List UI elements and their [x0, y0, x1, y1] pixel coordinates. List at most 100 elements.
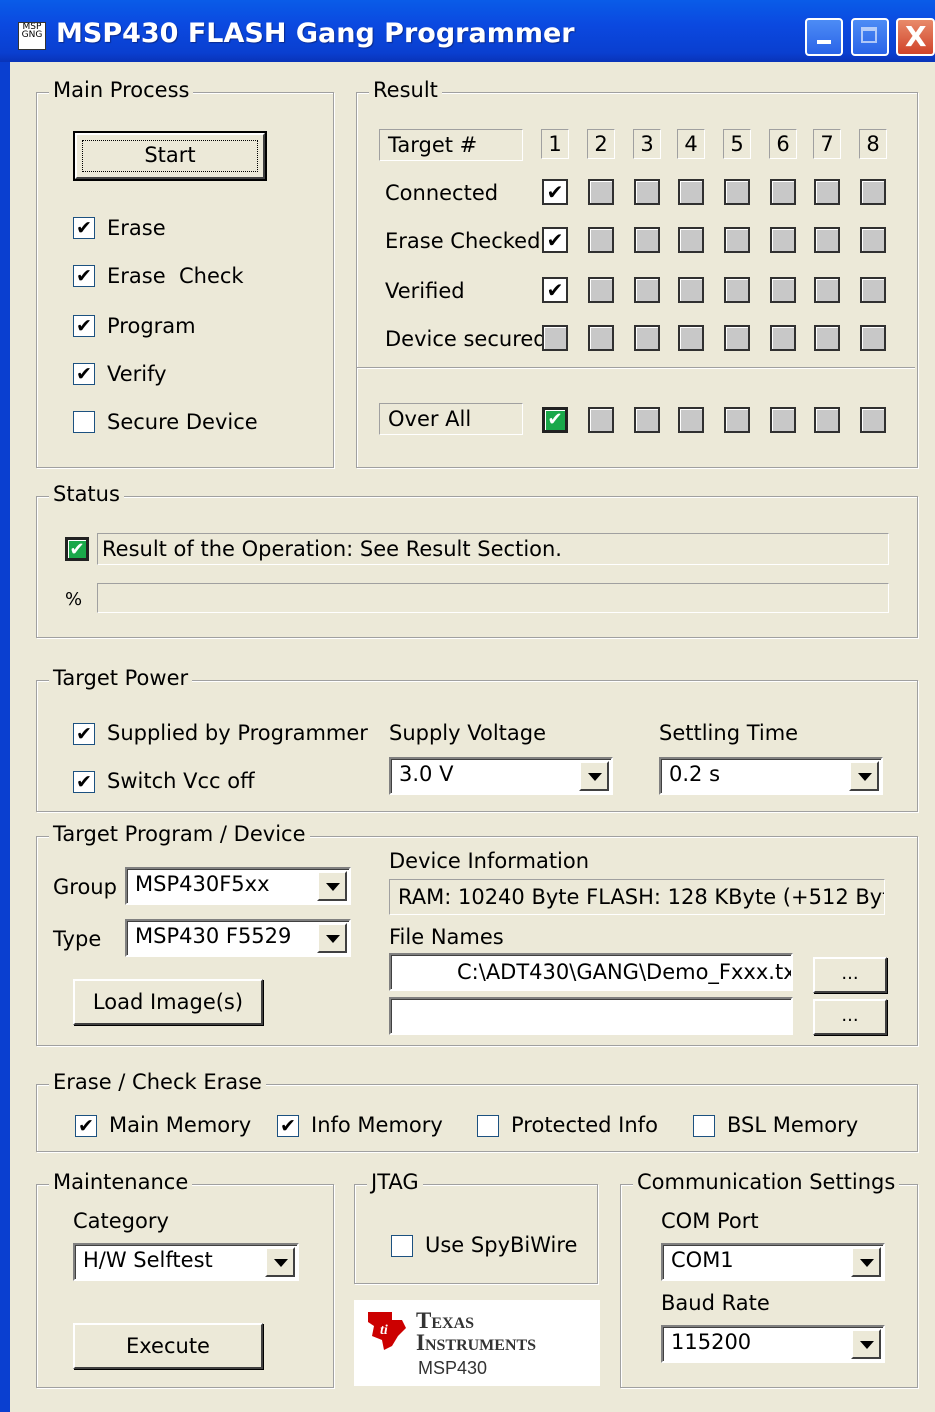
protected-info-checkbox[interactable]: [477, 1115, 499, 1137]
jtag-legend: JTAG: [367, 1170, 423, 1194]
overall-indicator: [678, 407, 704, 433]
category-value: H/W Selftest: [83, 1248, 213, 1272]
overall-indicator: [724, 407, 750, 433]
supply-voltage-value: 3.0 V: [399, 762, 454, 786]
result-indicator: [770, 277, 796, 303]
maximize-icon: [861, 27, 877, 43]
minimize-button[interactable]: [805, 18, 843, 56]
result-indicator: [678, 277, 704, 303]
protected-info-label: Protected Info: [511, 1113, 658, 1137]
close-button[interactable]: X: [896, 18, 935, 56]
communication-settings-group: Communication Settings COM Port COM1 Bau…: [620, 1170, 918, 1388]
minimize-icon: [817, 40, 831, 44]
status-ok-indicator: ✔: [65, 537, 89, 561]
switch-vcc-off-label: Switch Vcc off: [107, 769, 255, 793]
result-indicator: [724, 325, 750, 351]
result-indicator: [588, 277, 614, 303]
erase-checkbox[interactable]: ✔: [73, 217, 95, 239]
category-label: Category: [73, 1209, 169, 1233]
category-select[interactable]: H/W Selftest: [73, 1243, 299, 1281]
secure-device-label: Secure Device: [107, 410, 258, 434]
supply-voltage-label: Supply Voltage: [389, 721, 547, 745]
maximize-button[interactable]: [851, 18, 889, 56]
status-legend: Status: [49, 482, 124, 506]
file-name-2-input[interactable]: [389, 997, 793, 1035]
erase-label: Erase: [107, 216, 166, 240]
main-process-group: Main Process Start ✔ Erase ✔ Erase Check…: [36, 78, 334, 468]
dropdown-button[interactable]: [851, 1247, 881, 1277]
app-icon: MSP GNG: [18, 22, 46, 50]
com-port-select[interactable]: COM1: [661, 1243, 885, 1281]
group-select[interactable]: MSP430F5xx: [125, 867, 351, 905]
target-number-3: 3: [633, 129, 661, 159]
execute-button[interactable]: Execute: [73, 1323, 263, 1369]
result-group: Result Target # 12345678 Connected ✔ Erase…: [356, 78, 918, 468]
target-program-legend: Target Program / Device: [49, 822, 310, 846]
type-select[interactable]: MSP430 F5529: [125, 919, 351, 957]
result-indicator: [724, 277, 750, 303]
result-indicator: [634, 179, 660, 205]
info-memory-checkbox[interactable]: ✔: [277, 1115, 299, 1137]
dropdown-button[interactable]: [849, 761, 879, 791]
dropdown-button[interactable]: [317, 923, 347, 953]
erase-check-checkbox[interactable]: ✔: [73, 265, 95, 287]
main-memory-checkbox[interactable]: ✔: [75, 1115, 97, 1137]
status-group: Status ✔ Result of the Operation: See Re…: [36, 482, 918, 638]
result-indicator: [588, 179, 614, 205]
supplied-by-programmer-checkbox[interactable]: ✔: [73, 723, 95, 745]
switch-vcc-off-checkbox[interactable]: ✔: [73, 771, 95, 793]
device-information-value: RAM: 10240 Byte FLASH: 128 KByte (+512 B…: [389, 879, 885, 915]
result-indicator: [814, 227, 840, 253]
main-memory-label: Main Memory: [109, 1113, 252, 1137]
dropdown-button[interactable]: [317, 871, 347, 901]
program-checkbox[interactable]: ✔: [73, 315, 95, 337]
target-number-7: 7: [813, 129, 841, 159]
result-indicator: [770, 179, 796, 205]
target-number-1: 1: [541, 129, 569, 159]
load-images-button[interactable]: Load Image(s): [73, 979, 263, 1025]
status-message: Result of the Operation: See Result Sect…: [97, 533, 889, 565]
dropdown-button[interactable]: [579, 761, 609, 791]
target-number-5: 5: [723, 129, 751, 159]
result-row-label: Device secured: [385, 327, 547, 351]
dropdown-button[interactable]: [851, 1329, 881, 1359]
title-bar[interactable]: MSP GNG MSP430 FLASH Gang Programmer X: [0, 0, 935, 62]
result-indicator: [678, 227, 704, 253]
result-indicator: [678, 325, 704, 351]
file-name-1-input[interactable]: C:\ADT430\GANG\Demo_Fxxx.txt: [389, 953, 793, 991]
supplied-by-programmer-label: Supplied by Programmer: [107, 721, 368, 745]
result-indicator: [814, 325, 840, 351]
result-indicator: [634, 277, 660, 303]
secure-device-checkbox[interactable]: [73, 411, 95, 433]
result-indicator: [770, 325, 796, 351]
result-indicator: [860, 227, 886, 253]
target-program-group: Target Program / Device Group MSP430F5xx…: [36, 822, 918, 1046]
chevron-down-icon: [326, 883, 340, 891]
maintenance-group: Maintenance Category H/W Selftest Execut…: [36, 1170, 334, 1388]
result-indicator: [634, 227, 660, 253]
ti-logo-line3: MSP430: [418, 1358, 488, 1378]
overall-indicator: [634, 407, 660, 433]
erase-check-group: Erase / Check Erase ✔ Main Memory ✔ Info…: [36, 1070, 918, 1152]
start-button[interactable]: Start: [73, 131, 267, 181]
bsl-memory-checkbox[interactable]: [693, 1115, 715, 1137]
settling-time-select[interactable]: 0.2 s: [659, 757, 883, 795]
focus-rect: [82, 140, 258, 172]
supply-voltage-select[interactable]: 3.0 V: [389, 757, 613, 795]
target-power-legend: Target Power: [49, 666, 193, 690]
baud-rate-value: 115200: [671, 1330, 752, 1354]
percent-label: %: [65, 589, 83, 610]
svg-text:ti: ti: [380, 1323, 388, 1338]
result-indicator: [588, 325, 614, 351]
browse-file-2-button[interactable]: ...: [813, 999, 887, 1035]
result-row-label: Connected: [385, 181, 499, 205]
ti-logo-line2: Instruments: [416, 1330, 537, 1355]
baud-rate-select[interactable]: 115200: [661, 1325, 885, 1363]
use-spybiwire-checkbox[interactable]: [391, 1235, 413, 1257]
info-memory-label: Info Memory: [311, 1113, 443, 1137]
verify-checkbox[interactable]: ✔: [73, 363, 95, 385]
result-indicator: ✔: [542, 277, 568, 303]
browse-file-1-button[interactable]: ...: [813, 957, 887, 993]
dropdown-button[interactable]: [265, 1247, 295, 1277]
target-number-label: Target #: [379, 129, 523, 161]
